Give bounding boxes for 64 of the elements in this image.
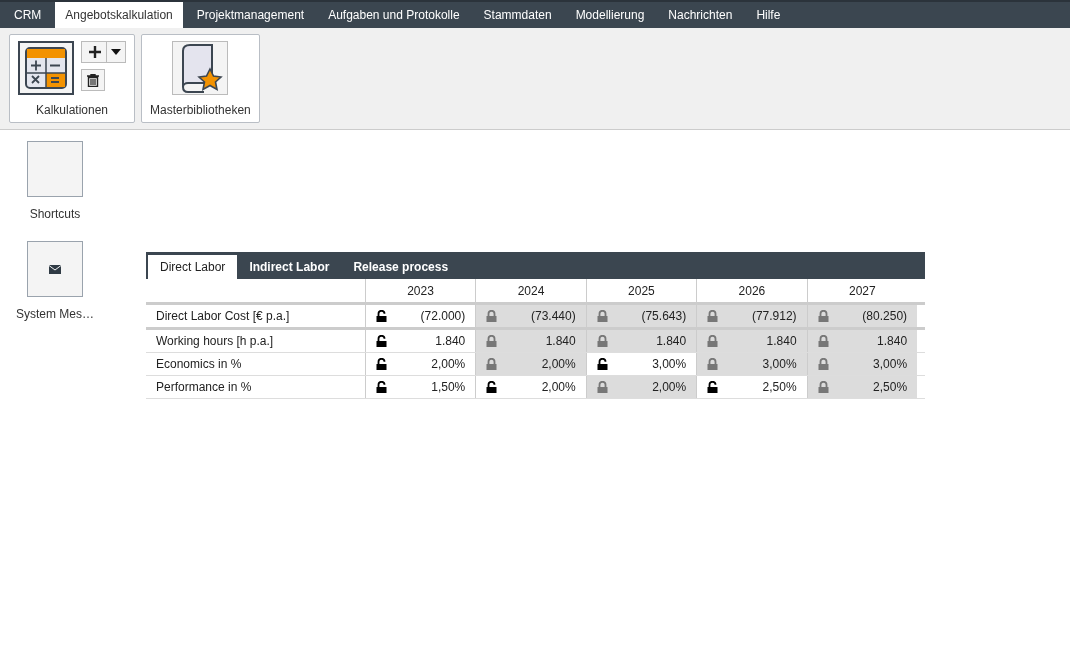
locked-padlock-icon[interactable]	[486, 310, 498, 322]
ribbon-group-label: Masterbibliotheken	[150, 103, 251, 117]
value-cell[interactable]: 2,50%	[807, 375, 918, 399]
tab[interactable]: Indirect Labor	[237, 255, 342, 279]
ribbon-group-label: Kalkulationen	[35, 103, 109, 117]
locked-padlock-icon[interactable]	[817, 310, 829, 322]
value-cell[interactable]: 2,00%	[475, 375, 587, 399]
value-cell[interactable]: 3,00%	[696, 352, 808, 376]
value-cell[interactable]: 1.840	[475, 328, 587, 353]
tile-label: System Mes…	[16, 307, 94, 321]
delete-button[interactable]	[81, 69, 105, 91]
open-padlock-icon[interactable]	[375, 358, 387, 370]
value-cell[interactable]: 2,50%	[696, 375, 808, 399]
locked-padlock-icon[interactable]	[707, 310, 719, 322]
value-cell[interactable]: 1.840	[696, 328, 808, 353]
value-cell[interactable]: 1.840	[807, 328, 918, 353]
tile-label: Shortcuts	[29, 207, 81, 221]
menu-tab[interactable]: Angebotskalkulation	[55, 2, 183, 28]
shortcut-tile[interactable]	[27, 241, 83, 297]
locked-padlock-icon[interactable]	[596, 381, 608, 393]
locked-padlock-icon[interactable]	[486, 358, 498, 370]
value-cell[interactable]: 3,00%	[807, 352, 918, 376]
tab[interactable]: Release process	[341, 255, 461, 279]
open-padlock-icon[interactable]	[375, 310, 387, 322]
locked-padlock-icon[interactable]	[707, 358, 719, 370]
row-label: Performance in %	[146, 375, 366, 399]
open-padlock-icon[interactable]	[707, 381, 719, 393]
value-cell[interactable]: 1.840	[365, 328, 476, 353]
value-cell[interactable]: 2,00%	[586, 375, 697, 399]
open-padlock-icon[interactable]	[375, 381, 387, 393]
shortcut-tile[interactable]	[27, 141, 83, 197]
locked-padlock-icon[interactable]	[817, 358, 829, 370]
locked-padlock-icon[interactable]	[596, 310, 608, 322]
open-padlock-icon[interactable]	[486, 381, 498, 393]
value-cell[interactable]: 3,00%	[586, 352, 697, 376]
menu-tab[interactable]: Nachrichten	[658, 2, 743, 28]
menu-tab[interactable]: CRM	[4, 2, 52, 28]
locked-padlock-icon[interactable]	[707, 335, 719, 347]
open-padlock-icon[interactable]	[375, 335, 387, 347]
trash-icon	[87, 73, 99, 87]
menu-tab[interactable]: Aufgaben und Protokolle	[318, 2, 470, 28]
menu-tab[interactable]: Projektmanagement	[186, 2, 315, 28]
locked-padlock-icon[interactable]	[817, 335, 829, 347]
library-button[interactable]	[172, 41, 229, 95]
locked-padlock-icon[interactable]	[817, 381, 829, 393]
open-padlock-icon[interactable]	[596, 358, 608, 370]
menu-tab[interactable]: Stammdaten	[473, 2, 562, 28]
value-cell[interactable]: 1,50%	[365, 375, 476, 399]
tab[interactable]: Direct Labor	[148, 255, 238, 279]
value-cell[interactable]: 2,00%	[475, 352, 587, 376]
menu-tab[interactable]: Modellierung	[565, 2, 655, 28]
menu-tab[interactable]: Hilfe	[746, 2, 791, 28]
envelope-icon	[49, 264, 61, 274]
calculator-button[interactable]	[18, 41, 74, 95]
value-cell[interactable]: 1.840	[586, 328, 697, 353]
value-cell[interactable]: 2,00%	[365, 352, 476, 376]
plus-icon	[88, 45, 102, 59]
add-split-button[interactable]	[81, 41, 126, 63]
row-label: Economics in %	[146, 352, 366, 376]
caret-icon	[111, 49, 121, 55]
locked-padlock-icon[interactable]	[486, 335, 498, 347]
calculator-icon	[24, 46, 68, 90]
row-label: Working hours [h p.a.]	[146, 328, 366, 353]
locked-padlock-icon[interactable]	[596, 335, 608, 347]
